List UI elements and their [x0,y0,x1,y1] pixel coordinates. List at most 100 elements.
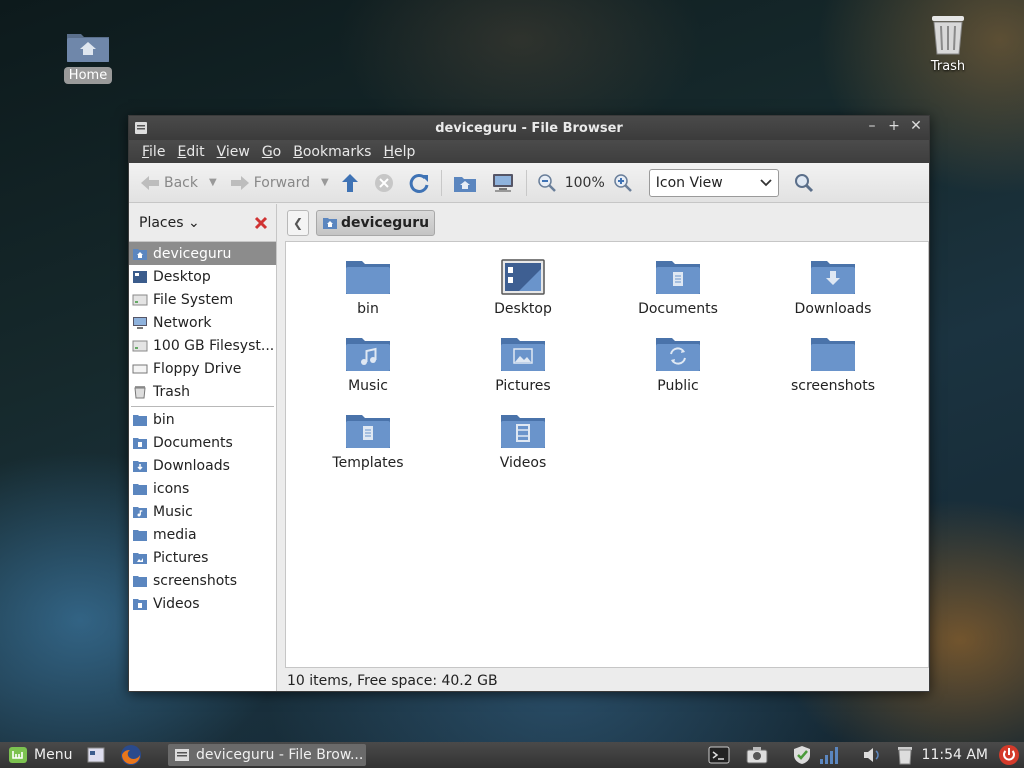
close-sidebar-icon[interactable] [254,216,268,230]
firefox-icon[interactable] [120,744,142,766]
folder-icon [133,483,147,495]
maximize-button[interactable]: + [887,118,901,134]
file-item-downloads[interactable]: Downloads [778,257,888,317]
sidebar-item-music[interactable]: Music [129,500,276,523]
file-name: Templates [332,455,404,471]
sidebar-item-deviceguru[interactable]: deviceguru [129,242,276,265]
volume-icon[interactable] [862,746,882,764]
menu-bookmarks[interactable]: Bookmarks [288,144,376,160]
path-scroll-left-button[interactable]: ❮ [287,209,309,236]
update-shield-icon[interactable] [792,745,812,765]
clock[interactable]: 11:54 AM [922,747,988,763]
taskbar-window-label: deviceguru - File Brow... [196,747,364,763]
sidebar-item-network[interactable]: Network [129,311,276,334]
sidebar-item-file-system[interactable]: File System [129,288,276,311]
search-icon[interactable] [793,172,815,194]
menu-view[interactable]: View [212,144,255,160]
sidebar-item-videos[interactable]: Videos [129,592,276,615]
sidebar-item-trash[interactable]: Trash [129,380,276,403]
back-button[interactable]: Back [137,172,201,194]
minimize-button[interactable]: – [865,118,879,134]
forward-label: Forward [253,174,311,191]
desktop-trash-icon[interactable]: Trash [922,12,974,74]
places-dropdown[interactable]: Places ⌄ [139,215,200,231]
back-arrow-icon [141,175,159,190]
network-signal-icon[interactable] [818,745,840,765]
sidebar-item-floppy-drive[interactable]: Floppy Drive [129,357,276,380]
sidebar-item-bin[interactable]: bin [129,408,276,431]
floppy-icon [132,364,148,373]
show-desktop-icon[interactable] [87,747,105,763]
templates-folder-icon [346,415,390,448]
back-history-dropdown[interactable]: ▼ [209,177,217,188]
title-bar[interactable]: deviceguru - File Browser – + ✕ [129,116,929,140]
power-icon[interactable] [998,744,1020,766]
file-name: Desktop [494,301,552,317]
desktop-folder-icon [501,259,545,295]
file-item-screenshots[interactable]: screenshots [778,334,888,394]
path-bar: ❮ deviceguru [285,204,929,241]
start-menu-label: Menu [34,747,73,763]
file-item-bin[interactable]: bin [313,257,423,317]
documents-folder-icon [133,437,147,449]
file-item-videos[interactable]: Videos [468,411,578,471]
file-browser-icon [175,749,189,761]
chevron-down-icon [760,178,772,186]
folder-icon [133,414,147,426]
start-menu-button[interactable]: Menu [0,746,84,764]
zoom-out-icon[interactable] [537,173,557,193]
file-name: Documents [638,301,718,317]
file-item-documents[interactable]: Documents [623,257,733,317]
computer-icon[interactable] [490,172,516,194]
sidebar-item-desktop[interactable]: Desktop [129,265,276,288]
toolbar: Back ▼ Forward ▼ 100% Icon View [129,163,929,203]
file-name: bin [357,301,379,317]
trash-icon[interactable] [896,745,914,765]
home-folder-icon [67,34,109,62]
terminal-icon[interactable] [708,746,730,764]
file-name: screenshots [790,378,876,394]
menu-go[interactable]: Go [257,144,286,160]
file-item-public[interactable]: Public [623,334,733,394]
file-item-pictures[interactable]: Pictures [468,334,578,394]
stop-icon[interactable] [373,172,395,194]
sidebar-item-media[interactable]: media [129,523,276,546]
file-item-templates[interactable]: Templates [313,411,423,471]
close-button[interactable]: ✕ [909,118,923,134]
zoom-in-icon[interactable] [613,173,633,193]
sidebar-item-icons[interactable]: icons [129,477,276,500]
sidebar-item-screenshots[interactable]: screenshots [129,569,276,592]
reload-icon[interactable] [407,172,431,194]
file-item-music[interactable]: Music [313,334,423,394]
forward-arrow-icon [230,175,249,190]
folder-icon [133,529,147,541]
forward-button[interactable]: Forward [227,172,313,194]
home-button-icon[interactable] [452,172,478,194]
desktop-icon [133,270,147,283]
places-label: Places [139,214,184,231]
view-mode-select[interactable]: Icon View [648,168,779,197]
menu-edit[interactable]: Edit [172,144,209,160]
home-folder-icon [133,248,147,260]
icon-view[interactable]: bin Desktop Documents Downloads Music Pi… [285,241,929,668]
public-folder-icon [656,338,700,371]
screenshot-camera-icon[interactable] [746,746,768,764]
sidebar-item-documents[interactable]: Documents [129,431,276,454]
window-title: deviceguru - File Browser [435,120,623,136]
documents-folder-icon [656,261,700,294]
taskbar-window-file-browser[interactable]: deviceguru - File Brow... [168,744,366,766]
window-menu-icon[interactable] [134,121,148,135]
breadcrumb-deviceguru[interactable]: deviceguru [316,209,436,236]
network-icon [133,316,147,329]
desktop-home-icon[interactable]: Home [62,28,114,84]
menu-help[interactable]: Help [378,144,420,160]
downloads-folder-icon [811,261,855,294]
menu-file[interactable]: File [137,144,170,160]
up-arrow-icon[interactable] [339,172,361,194]
file-item-desktop[interactable]: Desktop [468,257,578,317]
forward-history-dropdown[interactable]: ▼ [321,177,329,188]
sidebar-item-100gb-filesystem[interactable]: 100 GB Filesyst... [129,334,276,357]
sidebar-item-pictures[interactable]: Pictures [129,546,276,569]
trash-icon [134,385,146,398]
sidebar-item-downloads[interactable]: Downloads [129,454,276,477]
